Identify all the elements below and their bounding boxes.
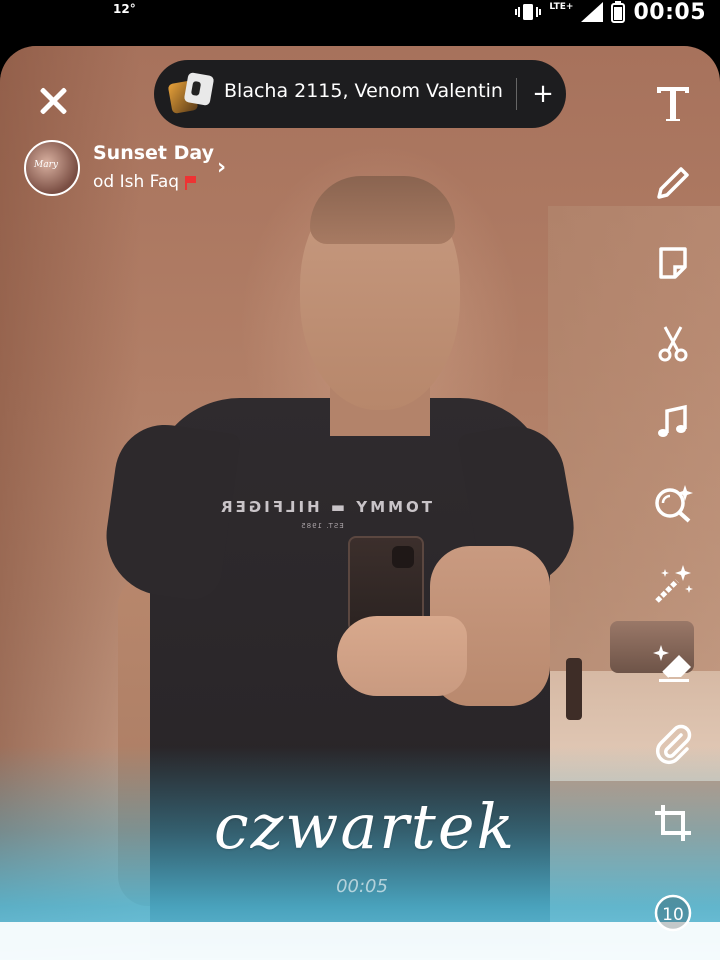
flag-icon: [185, 176, 197, 190]
shirt-print-sub: EST. 1985: [300, 522, 344, 530]
day-sticker[interactable]: czwartek: [200, 790, 530, 863]
person-hand: [337, 616, 467, 696]
pencil-tool-icon[interactable]: [648, 158, 698, 208]
magic-wand-tool-icon[interactable]: [648, 558, 698, 608]
sound-artwork-icon: [167, 71, 215, 115]
attachment-tool-icon[interactable]: [648, 718, 698, 768]
phone-camera: [392, 546, 414, 568]
text-tool-icon[interactable]: [648, 78, 698, 128]
add-sound-button[interactable]: +: [528, 74, 558, 114]
status-icons: LTE+ 00:05: [515, 0, 706, 25]
clock: 00:05: [633, 0, 706, 25]
lens-tool-icon[interactable]: [648, 478, 698, 528]
shirt-print: TOMMY ▬ HILFIGER: [218, 498, 432, 516]
close-button[interactable]: [36, 84, 70, 118]
background-bottle: [566, 658, 582, 720]
story-subtitle: od Ish Faq: [93, 172, 197, 192]
signal-icon: [581, 2, 604, 22]
timer-tool-icon[interactable]: 10: [648, 888, 698, 938]
crop-tool-icon[interactable]: [648, 798, 698, 848]
avatar: Mary: [24, 140, 80, 196]
scissors-tool-icon[interactable]: [648, 318, 698, 368]
story-title: Sunset Day: [93, 142, 215, 164]
network-type: LTE+: [549, 2, 574, 12]
person-hair: [310, 176, 455, 244]
temperature-indicator: 12°: [113, 2, 136, 16]
eraser-tool-icon[interactable]: [648, 638, 698, 688]
timer-value: 10: [662, 905, 684, 925]
status-bar: 12° LTE+ 00:05: [0, 0, 720, 44]
sound-title: Blacha 2115, Venom Valentin: [224, 80, 503, 102]
sound-selector[interactable]: Blacha 2115, Venom Valentin +: [154, 60, 566, 128]
chevron-right-icon: ›: [217, 155, 227, 180]
vibrate-icon: [515, 4, 542, 20]
time-sticker: 00:05: [336, 876, 388, 897]
battery-icon: [611, 1, 626, 23]
sticker-tool-icon[interactable]: [648, 238, 698, 288]
divider: [516, 78, 517, 110]
music-tool-icon[interactable]: [648, 398, 698, 448]
filter-band: [0, 922, 720, 960]
